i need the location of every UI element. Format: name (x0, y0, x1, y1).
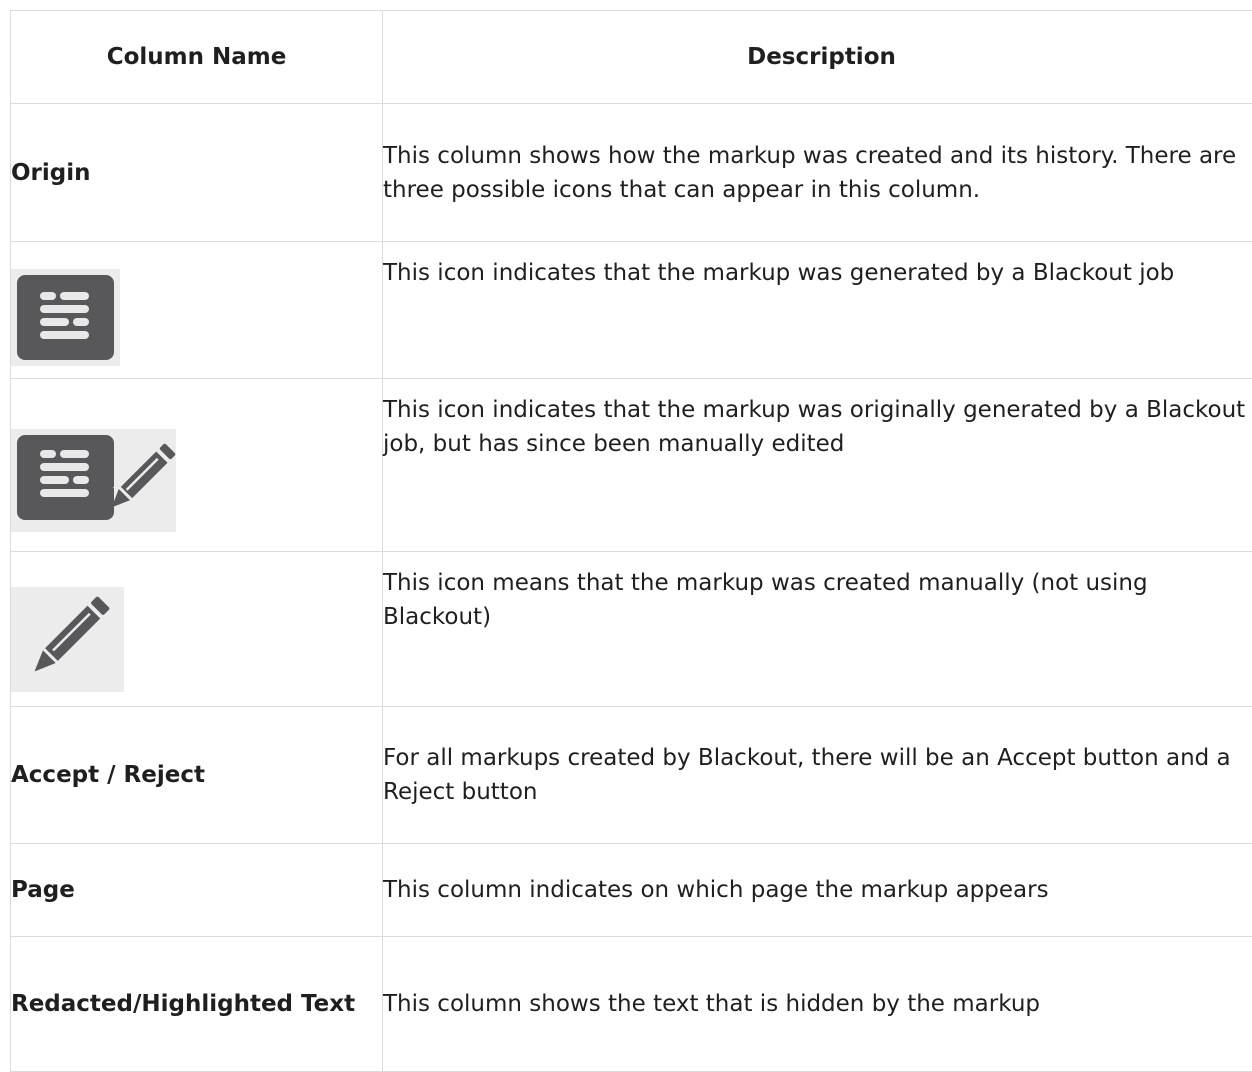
table-header-row: Column Name Description (10, 10, 1252, 104)
table-row: Origin This column shows how the markup … (10, 103, 1252, 242)
row-description: This icon means that the markup was crea… (382, 551, 1252, 707)
table-row: Accept / Reject For all markups created … (10, 706, 1252, 844)
row-description: This column indicates on which page the … (382, 843, 1252, 937)
row-description: This icon indicates that the markup was … (382, 378, 1252, 552)
row-name-accept-reject: Accept / Reject (10, 706, 383, 844)
table-row: This icon indicates that the markup was … (10, 378, 1252, 552)
row-name-origin: Origin (10, 103, 383, 242)
table-row: Page This column indicates on which page… (10, 843, 1252, 937)
origin-column-table: Column Name Description Origin This colu… (10, 10, 1252, 1072)
column-name-header: Column Name (10, 10, 383, 104)
table-row: Redacted/Highlighted Text This column sh… (10, 936, 1252, 1072)
row-description: For all markups created by Blackout, the… (382, 706, 1252, 844)
blackout-icon (11, 268, 120, 366)
row-description: This column shows the text that is hidde… (382, 936, 1252, 1072)
description-header: Description (382, 10, 1252, 104)
table-row: This icon indicates that the markup was … (10, 241, 1252, 379)
blackout-edited-icon (11, 429, 176, 532)
row-description: This icon indicates that the markup was … (382, 241, 1252, 379)
row-description: This column shows how the markup was cre… (382, 103, 1252, 242)
pencil-icon (11, 587, 124, 692)
table-row: This icon means that the markup was crea… (10, 551, 1252, 707)
row-name-redacted-text: Redacted/Highlighted Text (10, 936, 383, 1072)
row-name-page: Page (10, 843, 383, 937)
